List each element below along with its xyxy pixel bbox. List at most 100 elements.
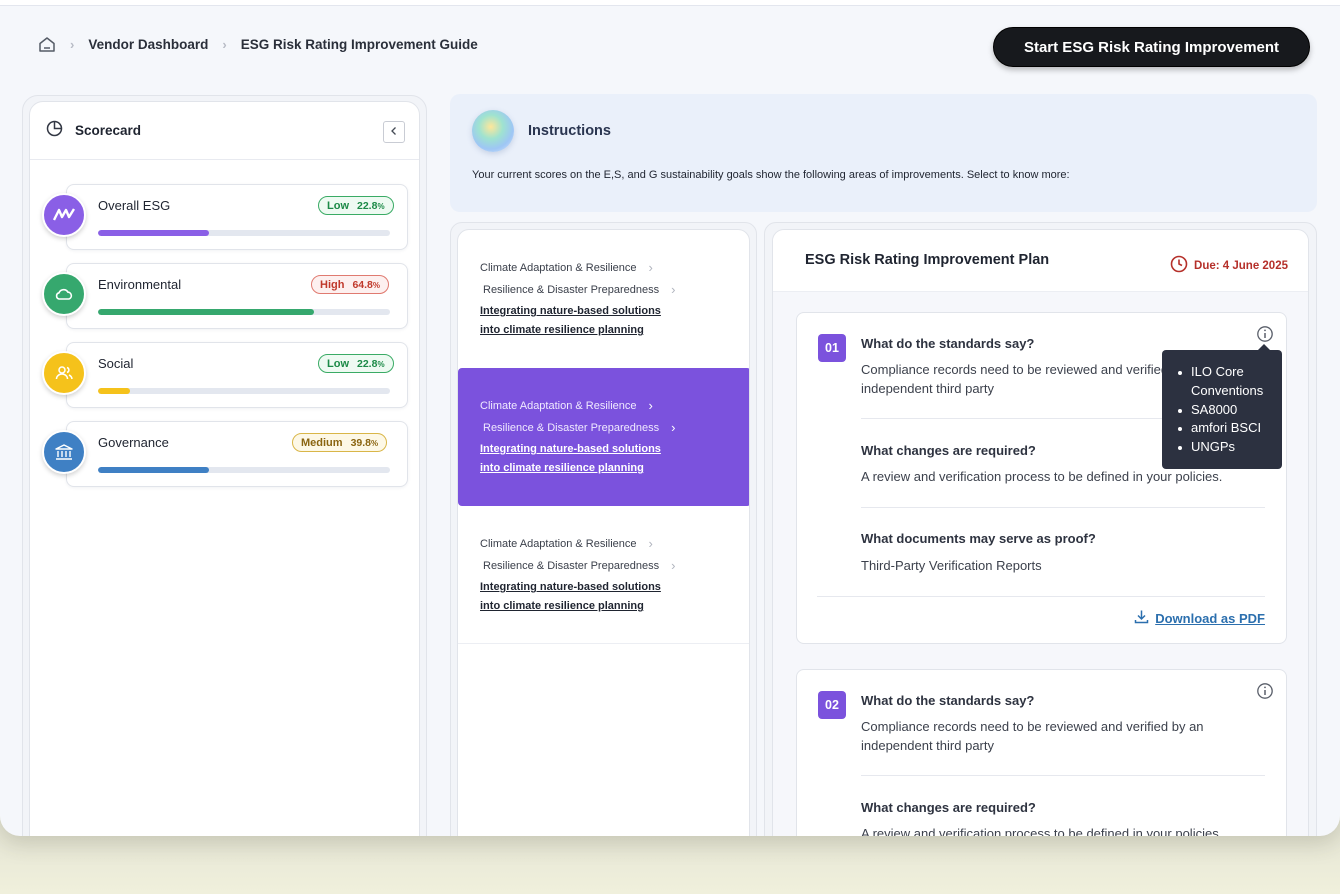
topic-item[interactable]: Climate Adaptation & Resilience › Resilie… xyxy=(458,506,749,644)
badge-percent: 39.8% xyxy=(350,436,379,449)
chevron-right-icon: › xyxy=(222,37,227,52)
status-badge: Medium 39.8% xyxy=(292,433,388,452)
topics-list: Climate Adaptation & Resilience › Resilie… xyxy=(457,229,750,836)
chevron-right-icon: › xyxy=(648,260,653,275)
progress-bar xyxy=(98,230,390,236)
topic-title-link[interactable]: Integrating nature-based solutions into c… xyxy=(480,578,700,616)
answer-changes: A review and verification process to be … xyxy=(861,469,1223,484)
badge-percent: 64.8% xyxy=(352,278,381,291)
list-divider xyxy=(458,643,749,644)
instructions-panel: Instructions Your current scores on the … xyxy=(450,94,1317,212)
question-standards: What do the standards say? xyxy=(861,336,1035,351)
plan-title: ESG Risk Rating Improvement Plan xyxy=(805,252,1050,268)
badge-level: Low xyxy=(327,357,349,370)
top-strip xyxy=(0,0,1340,6)
question-standards: What do the standards say? xyxy=(861,693,1035,708)
metric-name: Governance xyxy=(98,435,169,450)
answer-changes: A review and verification process to be … xyxy=(861,826,1223,836)
status-badge: High 64.8% xyxy=(311,275,390,294)
due-date: Due: 4 June 2025 xyxy=(1170,255,1288,276)
breadcrumb: › Vendor Dashboard › ESG Risk Rating Imp… xyxy=(38,36,478,53)
progress-fill xyxy=(98,230,209,236)
breadcrumb-vendor-dashboard[interactable]: Vendor Dashboard xyxy=(88,37,208,52)
progress-fill xyxy=(98,309,315,315)
question-changes: What changes are required? xyxy=(861,800,1036,815)
download-icon xyxy=(1134,609,1149,627)
metric-card xyxy=(66,421,408,487)
plan-header: ESG Risk Rating Improvement Plan Due: 4 … xyxy=(773,230,1308,292)
chevron-right-icon: › xyxy=(648,398,653,413)
topic-subcategory: Resilience & Disaster Preparedness xyxy=(483,283,660,296)
tooltip-list: ILO Core Conventions SA8000 amfori BSCI … xyxy=(1172,363,1272,457)
tooltip-item: amfori BSCI xyxy=(1172,419,1272,438)
answer-documents: Third-Party Verification Reports xyxy=(861,558,1042,573)
tooltip-item: ILO Core xyxy=(1172,363,1272,382)
download-label: Download as PDF xyxy=(1155,610,1265,626)
breadcrumb-current-page: ESG Risk Rating Improvement Guide xyxy=(240,37,478,52)
topic-title-link[interactable]: Integrating nature-based solutions into c… xyxy=(480,440,700,478)
divider xyxy=(861,775,1265,776)
pie-chart-icon xyxy=(46,120,63,142)
step-number: 02 xyxy=(818,691,846,719)
metric-social[interactable]: Social Low 22.8% xyxy=(42,342,408,408)
topic-subcategory: Resilience & Disaster Preparedness xyxy=(483,421,660,434)
download-pdf-link[interactable]: Download as PDF xyxy=(1134,609,1265,627)
home-icon[interactable] xyxy=(38,36,56,53)
divider xyxy=(861,507,1265,508)
topic-item[interactable]: Climate Adaptation & Resilience › Resilie… xyxy=(458,230,749,368)
status-badge: Low 22.8% xyxy=(318,354,394,373)
metric-overall-esg[interactable]: Overall ESG Low 22.8% xyxy=(42,184,408,250)
scorecard-panel: Scorecard Overall ESG Low 22.8% Environm… xyxy=(29,101,420,836)
topic-title-link[interactable]: Integrating nature-based solutions into c… xyxy=(480,302,700,340)
due-date-text: Due: 4 June 2025 xyxy=(1194,259,1288,272)
tooltip-item: SA8000 xyxy=(1172,401,1272,420)
instructions-text: Your current scores on the E,S, and G su… xyxy=(472,169,1070,181)
plan-step-card: 02 What do the standards say? Compliance… xyxy=(796,669,1287,836)
metric-card xyxy=(66,342,408,408)
cloud-icon xyxy=(42,272,86,316)
scorecard-header: Scorecard xyxy=(30,102,419,160)
chevron-right-icon: › xyxy=(671,282,676,297)
scorecard-title: Scorecard xyxy=(75,123,142,138)
standards-tooltip: ILO Core Conventions SA8000 amfori BSCI … xyxy=(1162,344,1282,469)
chevron-right-icon: › xyxy=(671,558,676,573)
collapse-panel-button[interactable] xyxy=(383,121,405,143)
metric-environmental[interactable]: Environmental High 64.8% xyxy=(42,263,408,329)
people-icon xyxy=(42,351,86,395)
divider xyxy=(817,596,1265,597)
badge-level: Low xyxy=(327,199,349,212)
progress-fill xyxy=(98,388,131,394)
question-changes: What changes are required? xyxy=(861,443,1036,458)
topic-subcategory: Resilience & Disaster Preparedness xyxy=(483,559,660,572)
waves-icon xyxy=(42,193,86,237)
chevron-left-icon xyxy=(389,123,399,141)
improvement-plan-panel: ESG Risk Rating Improvement Plan Due: 4 … xyxy=(772,229,1309,836)
question-documents: What documents may serve as proof? xyxy=(861,531,1096,546)
metric-name: Social xyxy=(98,356,134,371)
topic-category: Climate Adaptation & Resilience xyxy=(480,261,637,274)
topic-item-selected[interactable]: Climate Adaptation & Resilience › Resilie… xyxy=(458,368,749,506)
chevron-right-icon: › xyxy=(671,420,676,435)
chevron-right-icon: › xyxy=(70,37,75,52)
topic-category: Climate Adaptation & Resilience xyxy=(480,537,637,550)
clock-icon xyxy=(1170,255,1188,276)
info-icon[interactable] xyxy=(1256,682,1274,705)
badge-level: Medium xyxy=(301,436,343,449)
tooltip-item: UNGPs xyxy=(1172,438,1272,457)
badge-level: High xyxy=(320,278,345,291)
start-improvement-button[interactable]: Start ESG Risk Rating Improvement xyxy=(993,27,1310,67)
progress-bar xyxy=(98,388,390,394)
bank-icon xyxy=(42,430,86,474)
progress-fill xyxy=(98,467,209,473)
progress-bar xyxy=(98,467,390,473)
app-window: › Vendor Dashboard › ESG Risk Rating Imp… xyxy=(0,0,1340,836)
status-badge: Low 22.8% xyxy=(318,196,394,215)
metric-name: Environmental xyxy=(98,277,182,292)
step-number: 01 xyxy=(818,334,846,362)
metric-card xyxy=(66,184,408,250)
badge-percent: 22.8% xyxy=(357,199,385,212)
metric-governance[interactable]: Governance Medium 39.8% xyxy=(42,421,408,487)
badge-percent: 22.8% xyxy=(357,357,385,370)
metric-name: Overall ESG xyxy=(98,198,171,213)
progress-bar xyxy=(98,309,390,315)
